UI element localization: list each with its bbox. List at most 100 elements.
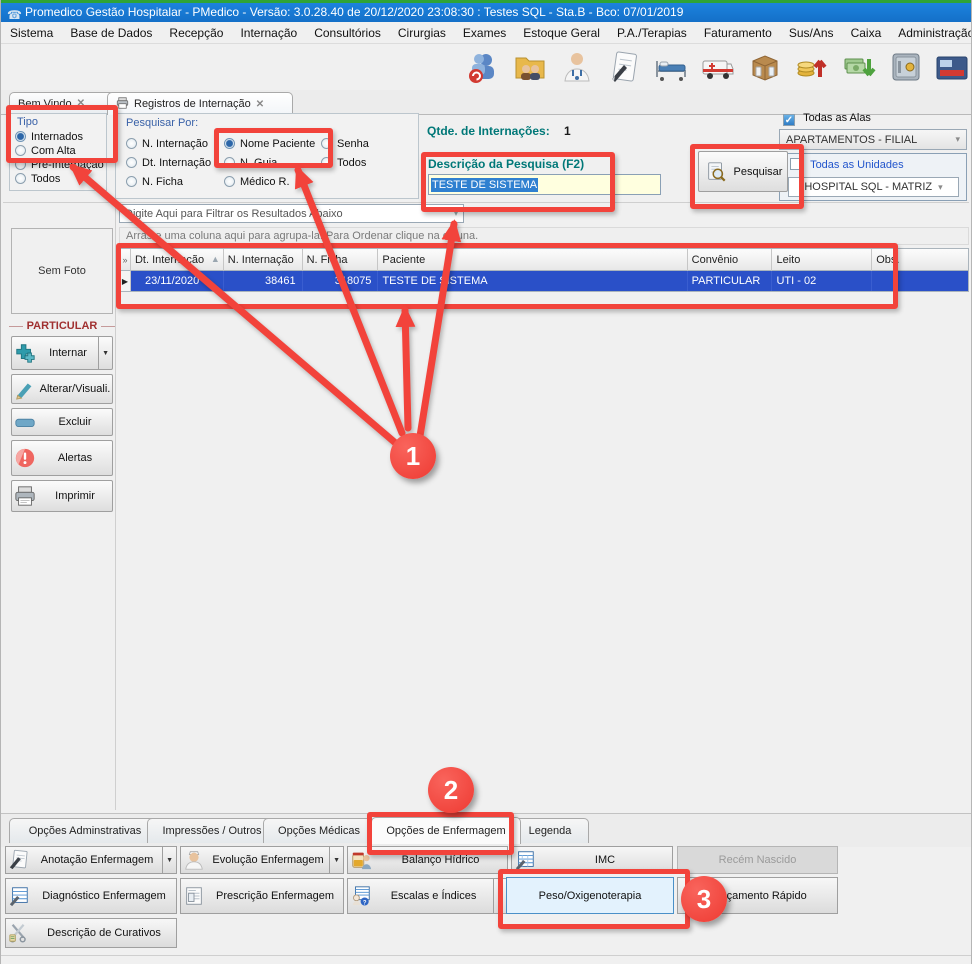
menu-pa-terapias[interactable]: P.A./Terapias (617, 26, 687, 40)
column-header-paciente-label: Paciente (382, 254, 425, 266)
column-header-obs[interactable]: Obs. (872, 249, 968, 271)
column-header-n-internacao[interactable]: N. Internação (224, 249, 303, 271)
group-by-hint-bar[interactable]: Arraste uma coluna aqui para agrupa-la. … (119, 227, 969, 245)
tab-impressoes-outros[interactable]: Impressões / Outros (147, 818, 277, 843)
chevron-down-icon: ▾ (938, 182, 943, 193)
pesquisar-button[interactable]: Pesquisar (698, 151, 788, 192)
sync-users-icon[interactable] (463, 47, 503, 87)
checkbox-unchecked[interactable] (790, 158, 802, 170)
radio-todos-tipo[interactable]: Todos (10, 171, 106, 185)
stock-box-icon[interactable] (745, 47, 785, 87)
prescricao-enfermagem-button[interactable]: Prescrição Enfermagem (180, 878, 344, 914)
column-header-leito[interactable]: Leito (772, 249, 872, 271)
tab-bem-vindo[interactable]: Bem Vindo ✕ (9, 92, 115, 114)
checkbox-checked-icon[interactable]: ✓ (783, 114, 795, 126)
descricao-pesquisa-input[interactable]: TESTE DE SISTEMA (428, 174, 661, 195)
close-icon[interactable]: ✕ (77, 98, 85, 109)
radio-n-guia[interactable]: N. Guia (224, 157, 277, 169)
menu-estoque-geral[interactable]: Estoque Geral (523, 26, 600, 40)
radio-nome-paciente[interactable]: Nome Paciente (224, 138, 315, 150)
finance-up-icon[interactable] (792, 47, 832, 87)
menu-internacao[interactable]: Internação (240, 26, 297, 40)
menu-faturamento[interactable]: Faturamento (704, 26, 772, 40)
diagnostico-enfermagem-button[interactable]: Diagnóstico Enfermagem (5, 878, 177, 914)
menu-cirurgias[interactable]: Cirurgias (398, 26, 446, 40)
alterar-visualizar-button[interactable]: Alterar/Visuali. (11, 374, 113, 404)
menu-sus-ans[interactable]: Sus/Ans (789, 26, 834, 40)
radio-pre-internacao-circle[interactable] (15, 159, 26, 170)
unidade-select[interactable]: HOSPITAL SQL - MATRIZ ▾ (788, 177, 959, 197)
evolucao-enfermagem-button[interactable]: Evolução Enfermagem ▼ (180, 846, 344, 874)
excluir-button[interactable]: Excluir (11, 408, 113, 436)
internar-dropdown-arrow[interactable]: ▼ (98, 337, 112, 369)
column-header-dt-internacao[interactable]: Dt. Internação ▲ (131, 249, 224, 271)
cell-n-ficha: 318075 (303, 271, 379, 291)
radio-dt-internacao-circle[interactable] (126, 157, 137, 168)
menu-administracao[interactable]: Administração (898, 26, 972, 40)
tab-opcoes-enfermagem[interactable]: Opções de Enfermagem (371, 817, 521, 844)
radio-n-internacao-circle[interactable] (126, 138, 137, 149)
column-header-convenio[interactable]: Convênio (688, 249, 773, 271)
imc-button[interactable]: IMC (511, 846, 673, 874)
radio-medico-r-circle[interactable] (224, 176, 235, 187)
alas-select[interactable]: APARTAMENTOS - FILIAL ▾ (779, 129, 967, 150)
tab-opcoes-administrativas[interactable]: Opções Adminstrativas (9, 818, 161, 843)
menu-sistema[interactable]: Sistema (10, 26, 53, 40)
radio-medico-r[interactable]: Médico R. (224, 176, 290, 188)
escalas-indices-button[interactable]: ? Escalas e Índices ▼ (347, 878, 508, 914)
tab-legenda[interactable]: Legenda (511, 818, 589, 843)
anotacao-dropdown-arrow[interactable]: ▼ (162, 847, 176, 873)
escalas-dropdown-arrow[interactable]: ▼ (493, 879, 507, 913)
radio-com-alta[interactable]: Com Alta (10, 143, 106, 157)
radio-nome-paciente-circle[interactable] (224, 138, 235, 149)
tab-opcoes-medicas[interactable]: Opções Médicas (263, 818, 375, 843)
money-down-icon[interactable] (839, 47, 879, 87)
lancamento-rapido-button[interactable]: Lançamento Rápido (677, 877, 838, 914)
close-icon[interactable]: ✕ (256, 99, 264, 110)
prescricao-enfermagem-label: Prescrição Enfermagem (207, 890, 343, 902)
evolucao-dropdown-arrow[interactable]: ▼ (329, 847, 343, 873)
cash-register-icon[interactable] (933, 47, 972, 87)
radio-dt-internacao[interactable]: Dt. Internação (126, 157, 211, 169)
alertas-button[interactable]: Alertas (11, 440, 113, 476)
table-row[interactable]: ▶ 23/11/2020 38461 318075 TESTE DE SISTE… (120, 271, 968, 291)
todas-as-alas-checkbox[interactable]: ✓ Todas as Alas (783, 112, 871, 126)
internar-button[interactable]: Internar ▼ (11, 336, 113, 370)
radio-todos-pesquisa-circle[interactable] (321, 157, 332, 168)
radio-n-internacao[interactable]: N. Internação (126, 138, 208, 150)
safe-icon[interactable] (886, 47, 926, 87)
peso-oxigenoterapia-button[interactable]: Peso/Oxigenoterapia (506, 877, 674, 914)
fluid-jar-icon (348, 848, 374, 872)
ambulance-icon[interactable] (698, 47, 738, 87)
filter-results-input[interactable]: Digite Aqui para Filtrar os Resultados A… (119, 204, 464, 223)
imprimir-button[interactable]: Imprimir (11, 480, 113, 512)
menu-consultorios[interactable]: Consultórios (314, 26, 381, 40)
radio-n-ficha[interactable]: N. Ficha (126, 176, 183, 188)
column-header-n-ficha[interactable]: N. Ficha (303, 249, 379, 271)
radio-internados-circle[interactable] (15, 131, 26, 142)
menu-exames[interactable]: Exames (463, 26, 506, 40)
radio-senha[interactable]: Senha (321, 138, 369, 150)
anotacao-enfermagem-button[interactable]: Anotação Enfermagem ▼ (5, 846, 177, 874)
radio-todos-pesquisa[interactable]: Todos (321, 157, 366, 169)
menu-caixa[interactable]: Caixa (851, 26, 882, 40)
doctor-icon[interactable] (557, 47, 597, 87)
radio-n-guia-circle[interactable] (224, 157, 235, 168)
balanco-hidrico-button[interactable]: Balanço Hídrico (347, 846, 508, 874)
radio-com-alta-circle[interactable] (15, 145, 26, 156)
radio-internados[interactable]: Internados (10, 128, 106, 143)
column-header-paciente[interactable]: Paciente (378, 249, 687, 271)
descricao-curativos-button[interactable]: Descrição de Curativos (5, 918, 177, 948)
todas-as-unidades-checkbox[interactable]: Todas as Unidades (780, 154, 966, 171)
radio-todos-tipo-circle[interactable] (15, 173, 26, 184)
radio-pre-internacao[interactable]: Pré-Internação (10, 157, 106, 171)
admission-doc-icon[interactable] (604, 47, 644, 87)
radio-senha-circle[interactable] (321, 138, 332, 149)
menu-recepcao[interactable]: Recepção (169, 26, 223, 40)
hospital-bed-icon[interactable] (651, 47, 691, 87)
tab-registros-internacao[interactable]: Registros de Internação ✕ (107, 92, 293, 115)
patients-folder-icon[interactable] (510, 47, 550, 87)
menu-base-de-dados[interactable]: Base de Dados (70, 26, 152, 40)
grid-pen-icon (6, 884, 32, 908)
radio-n-ficha-circle[interactable] (126, 176, 137, 187)
